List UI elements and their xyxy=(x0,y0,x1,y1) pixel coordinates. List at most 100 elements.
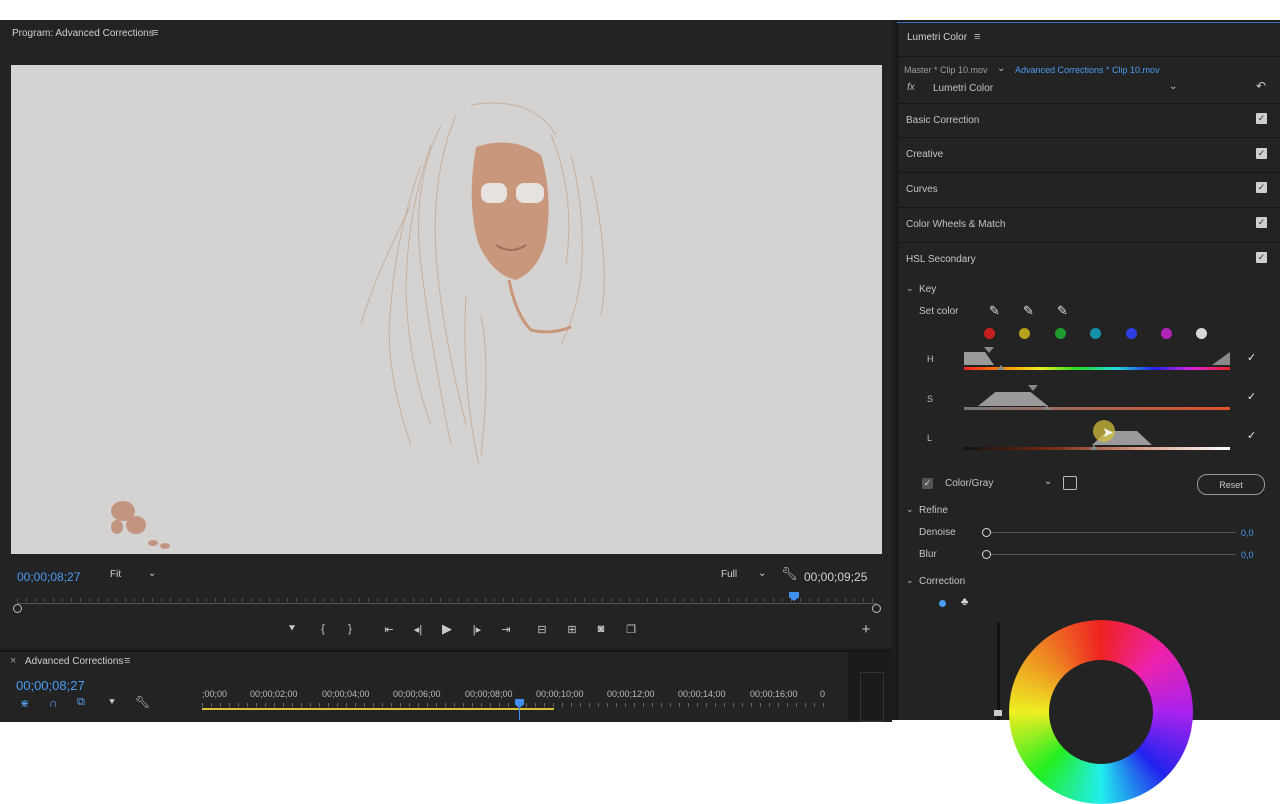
timeline-menu-icon[interactable]: ≡ xyxy=(124,655,130,667)
refine-collapse-chevron-icon[interactable]: ⌄ xyxy=(906,504,914,515)
snap-icon[interactable]: ⋇ xyxy=(20,697,29,710)
colorgray-dropdown[interactable]: Color/Gray ⌄ xyxy=(940,475,1056,491)
eyedropper-icon[interactable]: ✎ xyxy=(989,303,1000,319)
section-enable-checkbox[interactable]: ✓ xyxy=(1256,182,1267,193)
section-color-wheels-match[interactable]: Color Wheels & Match ✓ xyxy=(897,207,1280,242)
saturation-enable-check-icon[interactable]: ✓ xyxy=(1247,390,1256,403)
saturation-range-slider[interactable] xyxy=(964,385,1230,412)
denoise-slider[interactable] xyxy=(986,532,1236,533)
active-clip-tab[interactable]: Advanced Corrections * Clip 10.mov xyxy=(1015,65,1160,75)
color-swatch-magenta[interactable] xyxy=(1161,328,1172,339)
close-icon[interactable]: × xyxy=(10,655,16,667)
section-hsl-secondary[interactable]: HSL Secondary ✓ xyxy=(897,242,1280,277)
linked-selection-icon[interactable]: ⧉ xyxy=(77,696,85,709)
correction-title: Correction xyxy=(919,576,966,587)
denoise-slider-handle[interactable] xyxy=(982,528,991,537)
colorgray-checkbox[interactable]: ✓ xyxy=(922,478,933,489)
invert-mask-icon[interactable] xyxy=(1063,476,1077,490)
saturation-bottom-handle[interactable] xyxy=(1043,405,1051,410)
luminance-enable-check-icon[interactable]: ✓ xyxy=(1247,429,1256,442)
master-clip-tab[interactable]: Master * Clip 10.mov xyxy=(904,65,988,75)
section-creative[interactable]: Creative ✓ xyxy=(897,137,1280,172)
correction-slider-handle[interactable] xyxy=(994,710,1002,716)
color-swatch-cyan[interactable] xyxy=(1090,328,1101,339)
denoise-value[interactable]: 0,0 xyxy=(1241,528,1254,538)
blur-value[interactable]: 0,0 xyxy=(1241,550,1254,560)
marker-icon[interactable]: ⯆ xyxy=(108,697,116,708)
timeline-timecode[interactable]: 00;00;08;27 xyxy=(16,678,85,693)
eyedropper-add-icon[interactable]: ✎ xyxy=(1023,303,1034,319)
scrub-out-handle[interactable] xyxy=(872,604,881,613)
wrench-icon[interactable]: 🔧︎ xyxy=(781,566,798,582)
hue-range-slider[interactable] xyxy=(964,347,1230,373)
color-swatch-green[interactable] xyxy=(1055,328,1066,339)
step-forward-icon[interactable]: |▸ xyxy=(468,621,486,637)
mark-out-icon[interactable]: } xyxy=(341,621,359,637)
timeline-title: Advanced Corrections xyxy=(25,656,124,667)
scrub-bar[interactable] xyxy=(17,603,877,604)
program-current-timecode[interactable]: 00;00;08;27 xyxy=(17,570,80,584)
section-enable-checkbox[interactable]: ✓ xyxy=(1256,148,1267,159)
hue-bottom-handle[interactable] xyxy=(997,365,1005,370)
key-collapse-chevron-icon[interactable]: ⌄ xyxy=(906,283,914,294)
color-swatch-white[interactable] xyxy=(1196,328,1207,339)
lift-icon[interactable]: ⊟ xyxy=(533,621,551,637)
extract-icon[interactable]: ⊞ xyxy=(563,621,581,637)
go-to-in-icon[interactable]: ⇤ xyxy=(380,621,398,637)
color-swatch-blue[interactable] xyxy=(1126,328,1137,339)
reset-effect-icon[interactable]: ↶ xyxy=(1256,79,1266,93)
color-wheel[interactable] xyxy=(1009,620,1193,804)
hue-range-handle[interactable] xyxy=(964,352,994,365)
chevron-down-icon[interactable]: ⌄ xyxy=(997,63,1005,74)
program-menu-icon[interactable]: ≡ xyxy=(152,27,158,39)
panel-focus-line xyxy=(897,22,1280,23)
play-icon[interactable]: ▶ xyxy=(438,621,456,637)
step-back-icon[interactable]: ◂| xyxy=(409,621,427,637)
colorgray-label: Color/Gray xyxy=(945,478,994,489)
mark-in-icon[interactable]: { xyxy=(314,621,332,637)
color-swatch-yellow[interactable] xyxy=(1019,328,1030,339)
three-wheel-mode-icon[interactable]: ♣ xyxy=(961,596,968,608)
add-button-icon[interactable]: + xyxy=(857,621,875,638)
refine-title: Refine xyxy=(919,505,948,516)
camera-icon[interactable]: ◙ xyxy=(592,621,610,637)
compare-view-icon[interactable]: ❐ xyxy=(622,621,640,637)
blur-label: Blur xyxy=(919,549,937,560)
go-to-out-icon[interactable]: ⇥ xyxy=(497,621,515,637)
playback-resolution-dropdown[interactable]: Full ⌄ xyxy=(716,567,770,583)
hue-enable-check-icon[interactable]: ✓ xyxy=(1247,351,1256,364)
blur-slider-handle[interactable] xyxy=(982,550,991,559)
section-enable-checkbox[interactable]: ✓ xyxy=(1256,252,1267,263)
correction-collapse-chevron-icon[interactable]: ⌄ xyxy=(906,575,914,586)
lumetri-menu-icon[interactable]: ≡ xyxy=(974,31,980,43)
section-curves[interactable]: Curves ✓ xyxy=(897,172,1280,207)
hue-range-handle-right[interactable] xyxy=(1212,352,1230,365)
work-area-bar[interactable] xyxy=(202,708,554,710)
magnet-icon[interactable]: ∩ xyxy=(49,696,58,710)
saturation-range-handle[interactable] xyxy=(978,392,1048,406)
effect-dropdown[interactable]: Lumetri Color ⌄ xyxy=(927,80,1181,96)
settings-wrench-icon[interactable]: 🔧︎ xyxy=(135,695,150,709)
single-wheel-mode-icon[interactable] xyxy=(939,600,946,607)
ruler-label: 00;00;10;00 xyxy=(536,689,584,699)
scrub-in-handle[interactable] xyxy=(13,604,22,613)
section-enable-checkbox[interactable]: ✓ xyxy=(1256,217,1267,228)
correction-slider-track[interactable] xyxy=(997,622,1000,720)
saturation-top-handle[interactable] xyxy=(1028,385,1038,391)
program-duration-timecode: 00;00;09;25 xyxy=(804,570,868,584)
reset-button[interactable]: Reset xyxy=(1197,474,1265,495)
eyedropper-subtract-icon[interactable]: ✎ xyxy=(1057,303,1068,319)
hue-top-handle[interactable] xyxy=(984,347,994,353)
section-label: Color Wheels & Match xyxy=(906,219,1006,230)
section-basic-correction[interactable]: Basic Correction ✓ xyxy=(897,103,1280,138)
fx-icon: fx xyxy=(907,82,915,93)
divider xyxy=(897,56,1280,57)
zoom-fit-dropdown[interactable]: Fit ⌄ xyxy=(105,567,159,583)
set-color-label: Set color xyxy=(919,306,959,317)
luminance-bottom-handle[interactable] xyxy=(1090,445,1098,450)
blur-slider[interactable] xyxy=(986,554,1236,555)
add-marker-icon[interactable]: ⯆ xyxy=(283,621,301,637)
color-swatch-red[interactable] xyxy=(984,328,995,339)
section-enable-checkbox[interactable]: ✓ xyxy=(1256,113,1267,124)
denoise-label: Denoise xyxy=(919,527,956,538)
